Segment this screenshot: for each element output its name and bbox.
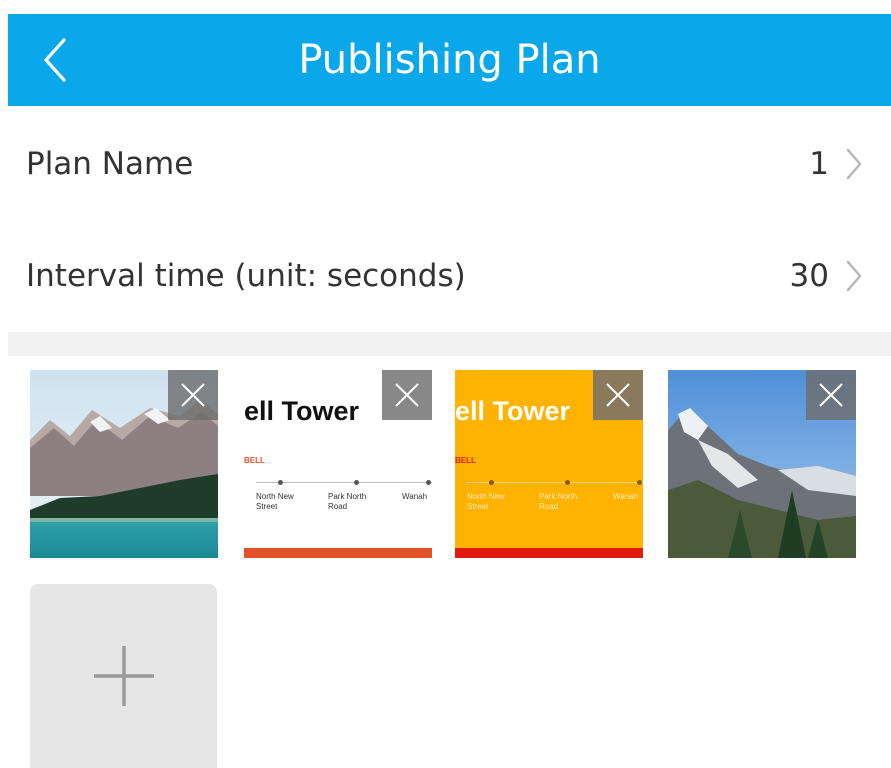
stop-dot [565,480,570,485]
interval-time-row[interactable]: Interval time (unit: seconds) 30 [8,222,891,330]
media-thumbnail[interactable]: ell Tower BELL North New Street Park Nor… [455,370,643,558]
close-icon [395,383,419,407]
close-icon [606,383,630,407]
page-title: Publishing Plan [298,37,601,83]
stop-label: Park North Road [539,492,578,511]
interval-time-value: 30 [789,258,829,294]
header-bar: Publishing Plan [8,14,891,106]
slide-tag: BELL [455,456,476,465]
stop-label: North New Street [467,492,505,511]
stop-label: Wanah [613,492,639,501]
plan-name-label: Plan Name [26,146,194,182]
stop-dot [354,480,359,485]
stop-dot [278,480,283,485]
slide-title: ell Tower [455,396,571,426]
slide-tag: BELL [244,456,265,465]
slide-footer-bar [244,548,432,558]
interval-time-label: Interval time (unit: seconds) [26,258,466,294]
stop-label: Wanah [402,492,428,501]
stop-dot [637,480,642,485]
plan-name-value: 1 [809,146,829,182]
stop-dot [426,480,431,485]
slide-footer-bar [455,548,643,558]
stop-dot [489,480,494,485]
plus-icon [94,646,154,706]
close-icon [819,383,843,407]
delete-media-button[interactable] [382,370,432,420]
plan-name-row[interactable]: Plan Name 1 [8,110,891,218]
delete-media-button[interactable] [168,370,218,420]
media-thumbnail[interactable] [668,370,856,558]
section-divider [8,332,891,356]
media-list: ell Tower BELL North New Street Park Nor… [8,356,891,768]
slide-title: ell Tower [244,396,360,426]
media-thumbnail[interactable] [30,370,218,558]
close-icon [181,383,205,407]
add-media-button[interactable] [30,584,217,768]
stop-label: Park North Road [328,492,367,511]
app-screen: Publishing Plan Plan Name 1 Interval tim… [8,0,891,768]
media-thumbnail[interactable]: ell Tower BELL North New Street Park Nor… [244,370,432,558]
chevron-right-icon [846,148,862,180]
delete-media-button[interactable] [806,370,856,420]
slide-stops: North New Street Park North Road Wanah [256,474,432,514]
chevron-right-icon [846,260,862,292]
slide-stops: North New Street Park North Road Wanah [467,474,643,514]
delete-media-button[interactable] [593,370,643,420]
stop-label: North New Street [256,492,294,511]
